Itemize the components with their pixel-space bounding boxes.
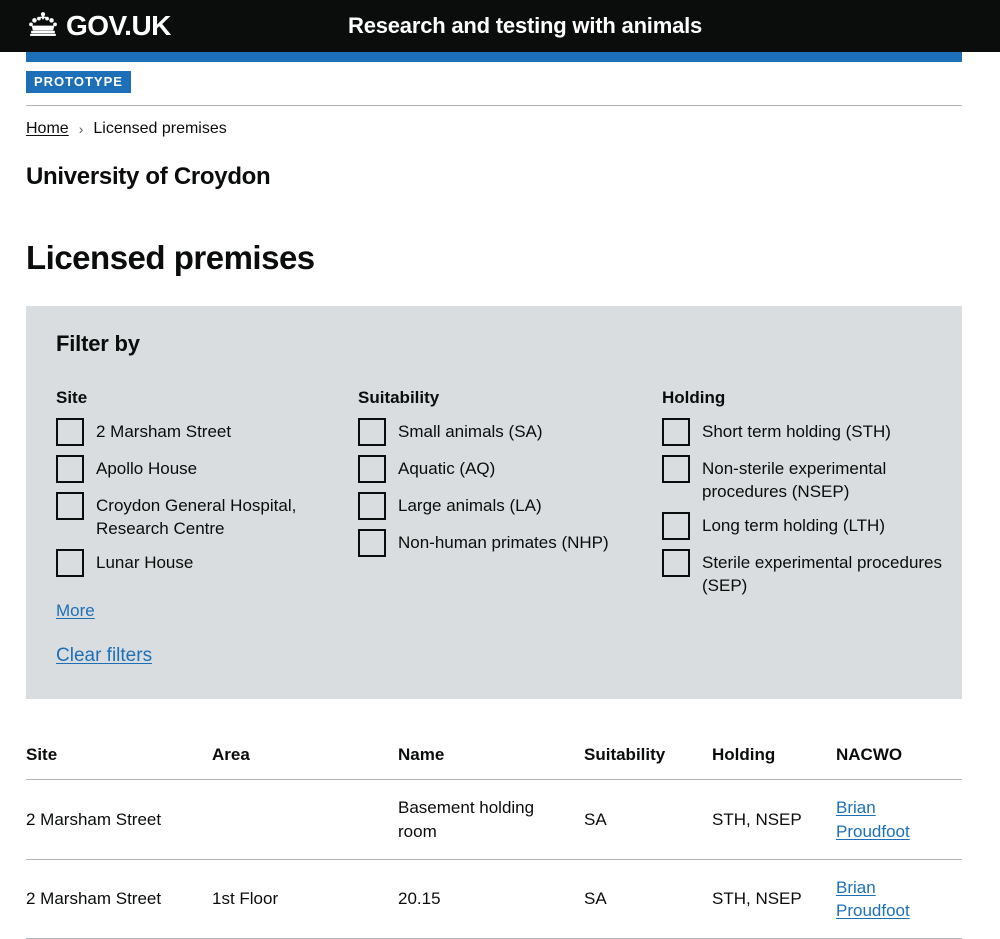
- govuk-logo-link[interactable]: GOV.UK: [26, 11, 171, 42]
- cell-name: 20.15: [398, 859, 584, 939]
- clear-filters-link[interactable]: Clear filters: [56, 645, 152, 667]
- checkbox-box-icon[interactable]: [358, 417, 386, 446]
- cell-suitability: SA: [584, 859, 712, 939]
- checkbox-label: Lunar House: [96, 553, 194, 573]
- phase-tag-prototype: PROTOTYPE: [26, 71, 131, 93]
- checkbox-site-2-marsham-street[interactable]: 2 Marsham Street: [56, 417, 358, 446]
- checkbox-box-icon[interactable]: [358, 454, 386, 483]
- filter-group-site: Site 2 Marsham Street Apollo House Croyd…: [56, 388, 358, 621]
- checkbox-suitability-non-human-primates[interactable]: Non-human primates (NHP): [358, 528, 662, 557]
- checkbox-suitability-large-animals[interactable]: Large animals (LA): [358, 491, 662, 520]
- breadcrumb-item-home[interactable]: Home: [26, 120, 69, 138]
- cell-holding: STH, NSEP: [712, 779, 836, 860]
- filter-group-holding: Holding Short term holding (STH) Non-ste…: [662, 388, 962, 605]
- checkbox-box-icon[interactable]: [56, 549, 84, 578]
- page-title: Licensed premises: [26, 238, 315, 276]
- cell-holding: STH, NSEP: [712, 859, 836, 939]
- chevron-right-icon: ›: [78, 120, 84, 137]
- cell-area: [212, 779, 398, 860]
- checkbox-box-icon[interactable]: [662, 454, 690, 483]
- checkbox-label: Non-human primates (NHP): [398, 532, 609, 552]
- organisation-caption: University of Croydon: [26, 162, 271, 190]
- breadcrumb: Home › Licensed premises: [26, 106, 962, 138]
- checkbox-suitability-small-animals[interactable]: Small animals (SA): [358, 417, 662, 446]
- filter-panel-heading: Filter by: [56, 331, 140, 357]
- checkbox-box-icon[interactable]: [358, 528, 386, 557]
- crown-icon: [26, 11, 60, 42]
- checkbox-suitability-aquatic[interactable]: Aquatic (AQ): [358, 454, 662, 483]
- blue-accent-bar: [26, 52, 962, 62]
- checkbox-box-icon[interactable]: [56, 491, 84, 520]
- checkbox-label: Long term holding (LTH): [702, 516, 885, 536]
- govuk-logo-text: GOV.UK: [66, 10, 171, 41]
- checkbox-holding-short-term-holding[interactable]: Short term holding (STH): [662, 417, 962, 446]
- checkbox-box-icon[interactable]: [662, 417, 690, 446]
- column-header-suitability: Suitability: [584, 745, 712, 781]
- cell-area: 1st Floor: [212, 859, 398, 939]
- table-head: Site Area Name Suitability Holding NACWO: [26, 745, 962, 781]
- column-header-holding: Holding: [712, 745, 836, 781]
- table-row: 2 Marsham Street Basement holding room S…: [26, 779, 962, 860]
- checkbox-label: Large animals (LA): [398, 495, 542, 515]
- checkbox-label: Apollo House: [96, 458, 198, 478]
- table-header-row: Site Area Name Suitability Holding NACWO: [26, 745, 962, 781]
- table-body: 2 Marsham Street Basement holding room S…: [26, 779, 962, 939]
- more-filters-link[interactable]: More: [56, 601, 95, 621]
- filter-group-suitability: Suitability Small animals (SA) Aquatic (…: [358, 388, 662, 564]
- checkbox-label: Non-sterile experimental procedures (NSE…: [702, 458, 887, 501]
- checkbox-label: Aquatic (AQ): [398, 458, 496, 478]
- nacwo-link[interactable]: Brian Proudfoot: [836, 878, 910, 920]
- checkbox-box-icon[interactable]: [358, 491, 386, 520]
- filter-group-legend-suitability: Suitability: [358, 388, 440, 408]
- checkbox-site-croydon-general-hospital[interactable]: Croydon General Hospital, Research Centr…: [56, 491, 358, 540]
- checkbox-label: 2 Marsham Street: [96, 421, 232, 441]
- nacwo-link[interactable]: Brian Proudfoot: [836, 798, 910, 840]
- column-header-nacwo: NACWO: [836, 745, 962, 781]
- checkbox-box-icon[interactable]: [662, 549, 690, 578]
- column-header-site: Site: [26, 745, 212, 781]
- checkbox-box-icon[interactable]: [56, 417, 84, 446]
- checkbox-label: Short term holding (STH): [702, 421, 891, 441]
- column-header-name: Name: [398, 745, 584, 781]
- cell-site: 2 Marsham Street: [26, 779, 212, 860]
- checkbox-label: Croydon General Hospital, Research Centr…: [96, 495, 297, 538]
- page-container: PROTOTYPE Home › Licensed premises Unive…: [26, 52, 962, 939]
- filter-panel: Filter by Site 2 Marsham Street Apollo H…: [26, 306, 962, 700]
- cell-nacwo: Brian Proudfoot: [836, 779, 962, 860]
- table-row: 2 Marsham Street 1st Floor 20.15 SA STH,…: [26, 859, 962, 939]
- cell-suitability: SA: [584, 779, 712, 860]
- filter-group-legend-site: Site: [56, 388, 88, 408]
- govuk-header: GOV.UK Research and testing with animals: [0, 0, 1000, 52]
- checkbox-label: Small animals (SA): [398, 421, 543, 441]
- filter-group-legend-holding: Holding: [662, 388, 726, 408]
- cell-name: Basement holding room: [398, 779, 584, 860]
- checkbox-label: Sterile experimental procedures (SEP): [702, 553, 943, 596]
- service-name-link[interactable]: Research and testing with animals: [348, 13, 702, 39]
- checkbox-box-icon[interactable]: [56, 454, 84, 483]
- breadcrumb-item-current: Licensed premises: [93, 119, 227, 137]
- checkbox-site-lunar-house[interactable]: Lunar House: [56, 548, 358, 578]
- cell-nacwo: Brian Proudfoot: [836, 859, 962, 939]
- licensed-premises-table: Site Area Name Suitability Holding NACWO…: [26, 745, 962, 939]
- filter-groups: Site 2 Marsham Street Apollo House Croyd…: [56, 388, 942, 621]
- checkbox-holding-sterile-experimental-procedures[interactable]: Sterile experimental procedures (SEP): [662, 548, 962, 597]
- cell-site: 2 Marsham Street: [26, 859, 212, 939]
- checkbox-holding-non-sterile-experimental-procedures[interactable]: Non-sterile experimental procedures (NSE…: [662, 454, 962, 503]
- checkbox-box-icon[interactable]: [662, 512, 690, 541]
- column-header-area: Area: [212, 745, 398, 781]
- checkbox-site-apollo-house[interactable]: Apollo House: [56, 454, 358, 483]
- checkbox-holding-long-term-holding[interactable]: Long term holding (LTH): [662, 511, 962, 541]
